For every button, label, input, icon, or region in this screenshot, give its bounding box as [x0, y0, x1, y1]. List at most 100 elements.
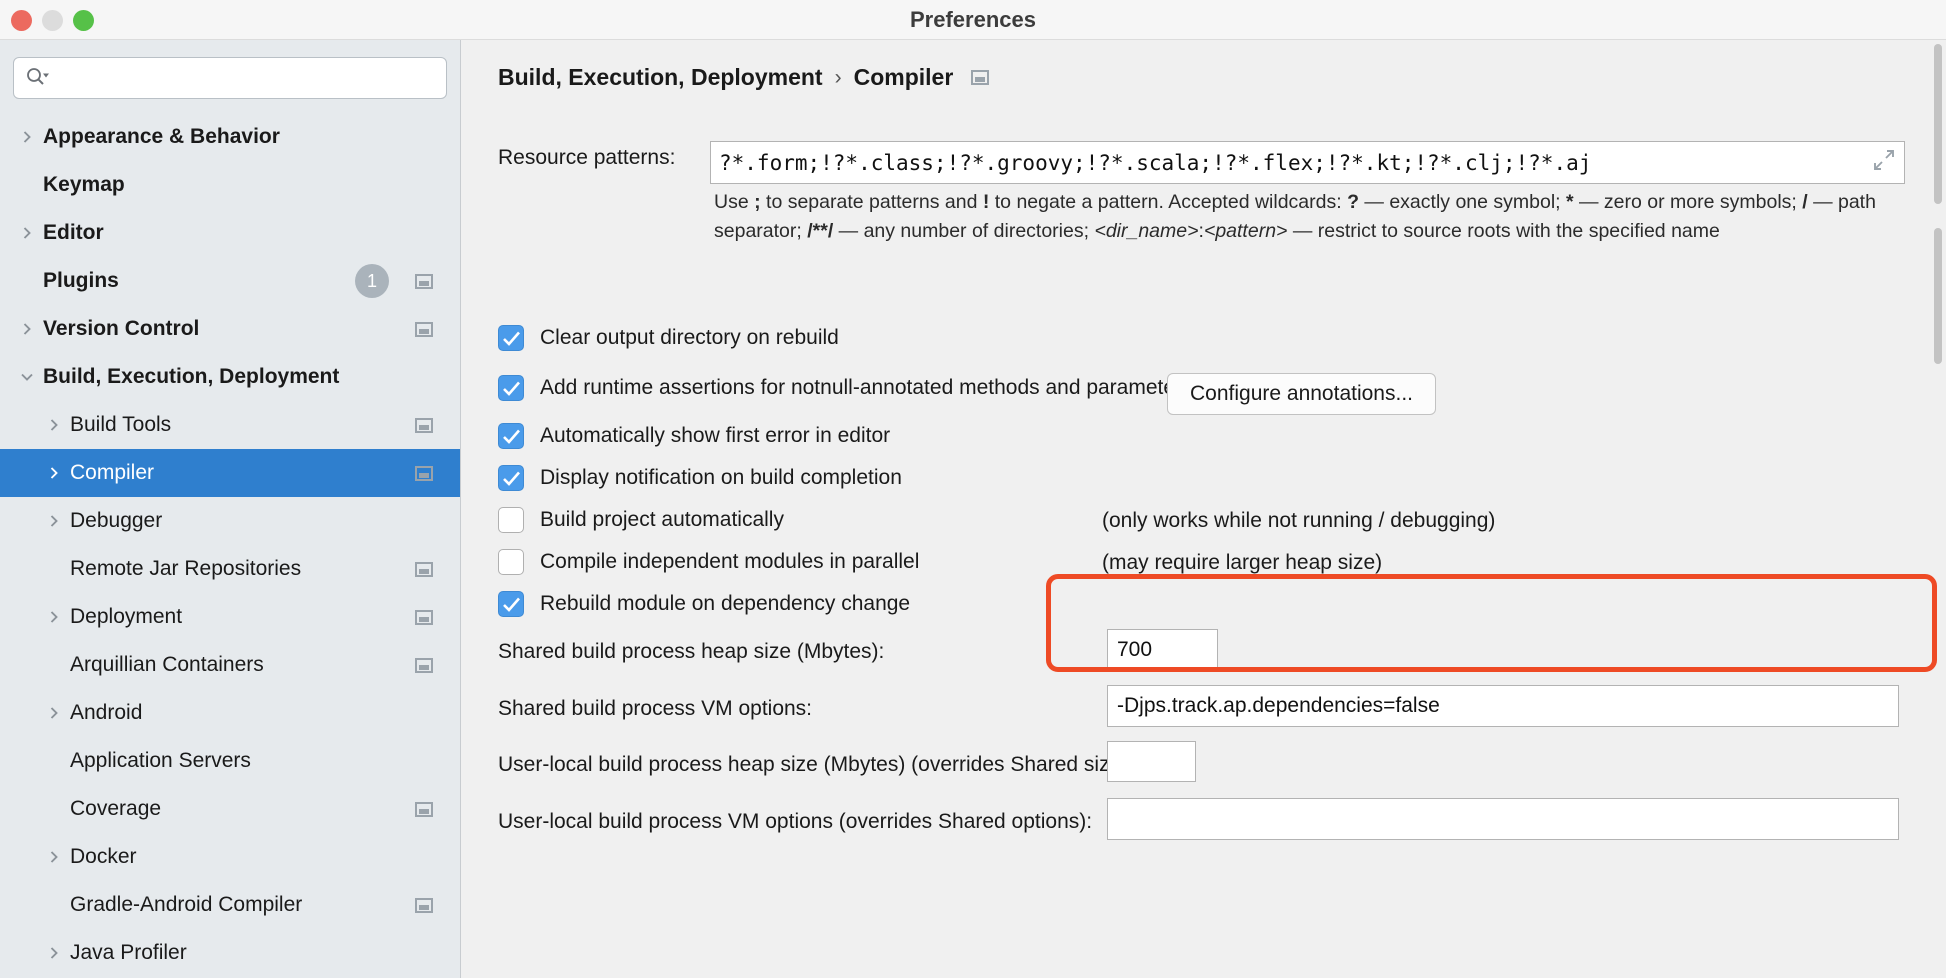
sidebar-item-deployment[interactable]: Deployment	[0, 593, 460, 641]
search-icon	[26, 67, 50, 90]
disclosure-arrow[interactable]	[42, 401, 66, 449]
search-input[interactable]	[58, 67, 434, 89]
shared-vm-options-input[interactable]: -Djps.track.ap.dependencies=false	[1107, 685, 1899, 727]
chevron-right-icon	[46, 705, 62, 721]
checkbox-label: Display notification on build completion	[540, 466, 902, 490]
disclosure-arrow[interactable]	[42, 593, 66, 641]
disclosure-arrow	[42, 737, 66, 785]
settings-tree[interactable]: Appearance & BehaviorKeymap Editor Plugins…	[0, 113, 460, 977]
disclosure-arrow[interactable]	[15, 113, 39, 161]
search-box[interactable]	[13, 57, 447, 99]
breadcrumb-root[interactable]: Build, Execution, Deployment	[498, 64, 823, 91]
sidebar-item-label: Java Profiler	[70, 941, 187, 965]
expand-diagonal-icon[interactable]	[1872, 148, 1896, 177]
checkbox-checked-icon[interactable]	[498, 325, 524, 351]
module-scope-icon[interactable]	[415, 658, 433, 673]
userlocal-vm-options-input[interactable]	[1107, 798, 1899, 840]
chevron-right-icon	[46, 849, 62, 865]
sidebar-item-editor[interactable]: Editor	[0, 209, 460, 257]
userlocal-vm-options-label: User-local build process VM options (ove…	[498, 810, 1092, 834]
sidebar-item-remote-jar-repositories[interactable]: Remote Jar Repositories	[0, 545, 460, 593]
sidebar-item-application-servers[interactable]: Application Servers	[0, 737, 460, 785]
breadcrumb-leaf[interactable]: Compiler	[854, 64, 954, 91]
checkbox-checked-icon[interactable]	[498, 465, 524, 491]
chevron-right-icon	[46, 417, 62, 433]
settings-sidebar: Appearance & BehaviorKeymap Editor Plugins…	[0, 40, 461, 978]
checkbox-checked-icon[interactable]	[498, 375, 524, 401]
settings-detail-panel: Build, Execution, Deployment › Compiler …	[462, 40, 1946, 978]
sidebar-item-docker[interactable]: Docker	[0, 833, 460, 881]
sidebar-item-version-control[interactable]: Version Control	[0, 305, 460, 353]
sidebar-item-plugins[interactable]: Plugins1	[0, 257, 460, 305]
module-scope-icon[interactable]	[971, 70, 989, 85]
sidebar-item-appearance-behavior[interactable]: Appearance & Behavior	[0, 113, 460, 161]
shared-heap-size-input[interactable]: 700	[1107, 629, 1218, 670]
shared-heap-size-label: Shared build process heap size (Mbytes):	[498, 640, 884, 664]
resource-patterns-field[interactable]: ?*.form;!?*.class;!?*.groovy;!?*.scala;!…	[710, 141, 1905, 184]
chevron-down-icon	[19, 369, 35, 385]
disclosure-arrow[interactable]	[42, 497, 66, 545]
checkbox-checked-icon[interactable]	[498, 423, 524, 449]
resource-patterns-help: Use ; to separate patterns and ! to nega…	[714, 188, 1899, 246]
window-titlebar: Preferences	[0, 0, 1946, 40]
sidebar-item-gradle-android-compiler[interactable]: Gradle-Android Compiler	[0, 881, 460, 929]
sidebar-item-label: Debugger	[70, 509, 162, 533]
disclosure-arrow	[42, 641, 66, 689]
sidebar-item-build-execution-deployment[interactable]: Build, Execution, Deployment	[0, 353, 460, 401]
breadcrumb-separator: ›	[835, 66, 842, 90]
checkbox-row-rebuild-module-on-dependency-change[interactable]: Rebuild module on dependency change	[498, 589, 910, 619]
sidebar-item-arquillian-containers[interactable]: Arquillian Containers	[0, 641, 460, 689]
disclosure-arrow[interactable]	[42, 833, 66, 881]
checkbox-label: Clear output directory on rebuild	[540, 326, 839, 350]
checkbox-row-build-project-automatically[interactable]: Build project automatically	[498, 505, 784, 535]
module-scope-icon[interactable]	[415, 274, 433, 289]
sidebar-item-android[interactable]: Android	[0, 689, 460, 737]
disclosure-arrow[interactable]	[42, 689, 66, 737]
sidebar-item-label: Build Tools	[70, 413, 171, 437]
disclosure-arrow[interactable]	[15, 353, 39, 401]
shared-heap-size-value: 700	[1117, 638, 1152, 662]
checkbox-unchecked-icon[interactable]	[498, 507, 524, 533]
vertical-scrollbar-top[interactable]	[1934, 44, 1942, 204]
checkbox-checked-icon[interactable]	[498, 591, 524, 617]
sidebar-item-label: Docker	[70, 845, 137, 869]
checkbox-row-automatically-show-first-error-in-editor[interactable]: Automatically show first error in editor	[498, 421, 890, 451]
checkbox-unchecked-icon[interactable]	[498, 549, 524, 575]
sidebar-item-debugger[interactable]: Debugger	[0, 497, 460, 545]
sidebar-item-keymap[interactable]: Keymap	[0, 161, 460, 209]
checkbox-row-compile-independent-modules-in-parallel[interactable]: Compile independent modules in parallel	[498, 547, 919, 577]
chevron-right-icon	[19, 225, 35, 241]
shared-vm-options-label: Shared build process VM options:	[498, 697, 812, 721]
disclosure-arrow	[42, 881, 66, 929]
sidebar-item-java-profiler[interactable]: Java Profiler	[0, 929, 460, 977]
sidebar-item-label: Compiler	[70, 461, 154, 485]
module-scope-icon[interactable]	[415, 322, 433, 337]
resource-patterns-value: ?*.form;!?*.class;!?*.groovy;!?*.scala;!…	[719, 151, 1866, 175]
module-scope-icon[interactable]	[415, 898, 433, 913]
module-scope-icon[interactable]	[415, 562, 433, 577]
disclosure-arrow[interactable]	[42, 449, 66, 497]
chevron-right-icon	[46, 513, 62, 529]
sidebar-item-compiler[interactable]: Compiler	[0, 449, 460, 497]
module-scope-icon[interactable]	[415, 610, 433, 625]
checkbox-row-display-notification-on-build-completion[interactable]: Display notification on build completion	[498, 463, 902, 493]
module-scope-icon[interactable]	[415, 466, 433, 481]
checkbox-row-clear-output-directory-on-rebuild[interactable]: Clear output directory on rebuild	[498, 323, 839, 353]
configure-annotations-button[interactable]: Configure annotations...	[1167, 373, 1436, 415]
checkbox-row-add-runtime-assertions-for-notnull-annotated-methods-and-parameters[interactable]: Add runtime assertions for notnull-annot…	[498, 373, 1193, 403]
sidebar-item-label: Application Servers	[70, 749, 251, 773]
module-scope-icon[interactable]	[415, 418, 433, 433]
disclosure-arrow[interactable]	[42, 929, 66, 977]
userlocal-heap-size-input[interactable]	[1107, 741, 1196, 782]
sidebar-item-label: Editor	[43, 221, 104, 245]
module-scope-icon[interactable]	[415, 802, 433, 817]
disclosure-arrow[interactable]	[15, 209, 39, 257]
vertical-scrollbar-bottom[interactable]	[1934, 228, 1942, 364]
userlocal-heap-size-label: User-local build process heap size (Mbyt…	[498, 753, 1134, 777]
breadcrumb: Build, Execution, Deployment › Compiler	[498, 64, 989, 91]
sidebar-item-coverage[interactable]: Coverage	[0, 785, 460, 833]
sidebar-item-label: Deployment	[70, 605, 182, 629]
sidebar-item-build-tools[interactable]: Build Tools	[0, 401, 460, 449]
disclosure-arrow[interactable]	[15, 305, 39, 353]
sidebar-item-label: Version Control	[43, 317, 199, 341]
